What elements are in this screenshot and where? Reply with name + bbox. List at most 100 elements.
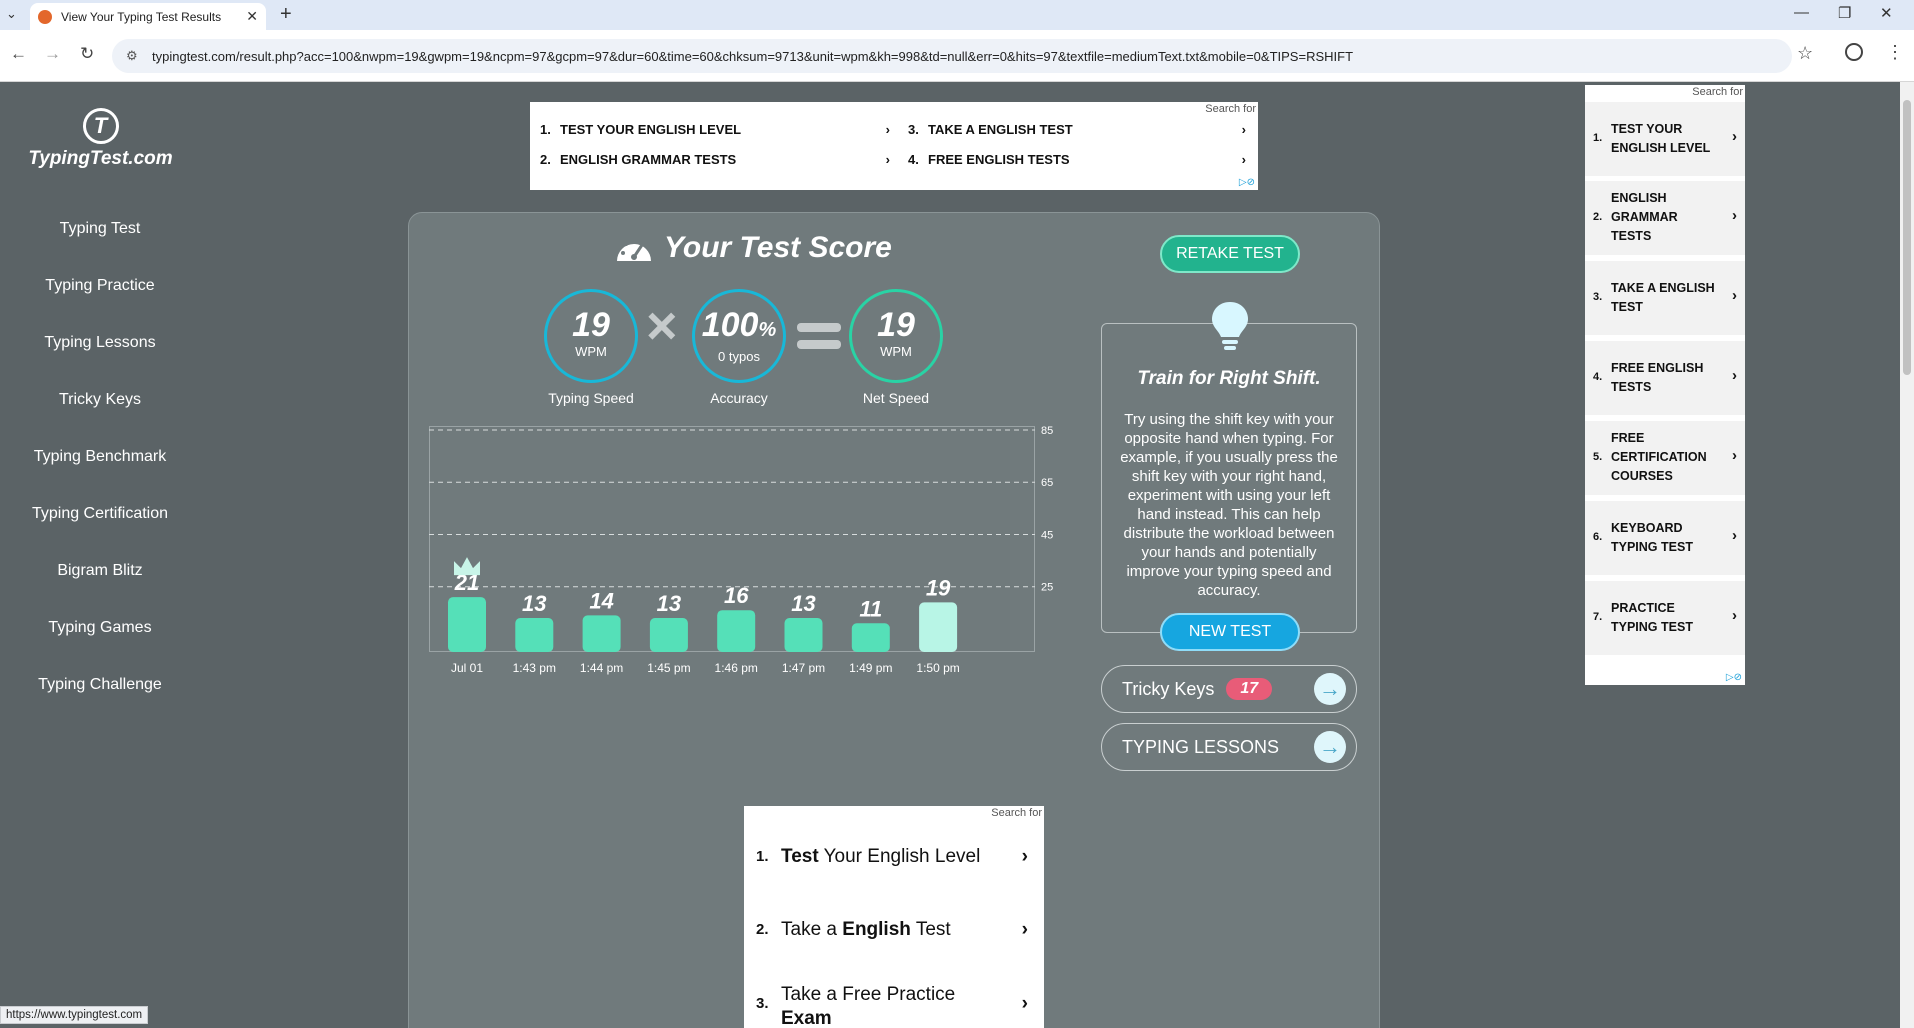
tricky-keys-count-badge: 17 [1226,678,1273,700]
logo-icon: T [82,108,119,144]
top-ad-banner: Search for 1. TEST YOUR ENGLISH LEVEL › … [530,102,1258,190]
bottom-ad-item-num: 2. [756,921,769,938]
bottom-ad-item-bold: Exam [781,1008,832,1028]
sidebar-item-tricky-keys[interactable]: Tricky Keys [0,371,200,428]
page-content: T TypingTest.com Typing Test Typing Prac… [0,82,1900,1028]
sidebar-item-bigram-blitz[interactable]: Bigram Blitz [0,542,200,599]
page-scrollbar[interactable] [1900,82,1914,1028]
chart-bar [919,602,958,652]
sidebar-item-typing-test[interactable]: Typing Test [0,200,200,257]
address-bar[interactable]: ⚙ typingtest.com/result.php?acc=100&nwpm… [112,39,1792,73]
tricky-keys-label: Tricky Keys [1122,678,1215,699]
back-icon[interactable]: ← [10,44,27,64]
top-ad-item-num: 1. [540,122,551,137]
reload-icon[interactable]: ↻ [80,44,94,64]
chart-bar [515,618,554,652]
new-tab-button[interactable]: + [280,3,292,26]
site-logo[interactable]: T TypingTest.com [28,108,173,170]
x-tick-label: 1:46 pm [715,661,758,675]
profile-icon[interactable] [1845,43,1863,61]
bottom-ad-item-rest: Your English Level [818,846,981,867]
adchoices-icon[interactable]: ▷⊘ [1239,177,1255,188]
right-ad-item[interactable]: 1. TEST YOUR ENGLISH LEVEL › [1585,102,1745,176]
bottom-ad-item-rest: Test [910,919,951,940]
chevron-right-icon: › [1732,367,1737,384]
sidebar-item-typing-lessons[interactable]: Typing Lessons [0,314,200,371]
x-tick-label: 1:50 pm [916,661,959,675]
bottom-ad-item[interactable]: 2. Take a English Test › [756,919,1036,941]
browser-tab[interactable]: View Your Typing Test Results ✕ [30,3,266,30]
typing-lessons-label: TYPING LESSONS [1122,736,1280,757]
top-ad-item-label: TEST YOUR ENGLISH LEVEL [560,122,742,137]
sidebar-item-typing-benchmark[interactable]: Typing Benchmark [0,428,200,485]
right-ad-item-label: FREE CERTIFICATION COURSES [1611,431,1707,483]
ad-search-label: Search for [1205,103,1256,115]
adchoices-icon[interactable]: ▷⊘ [1726,672,1742,683]
tip-title: Train for Right Shift. [1137,368,1321,389]
arrow-right-icon[interactable]: → [1314,731,1346,763]
site-info-icon[interactable]: ⚙ [126,48,138,64]
tip-box: Train for Right Shift. Try using the shi… [1101,302,1357,633]
favicon-icon [38,9,52,24]
right-ad-item[interactable]: 3. TAKE A ENGLISH TEST › [1585,261,1745,335]
sidebar-item-typing-practice[interactable]: Typing Practice [0,257,200,314]
tab-search-icon[interactable]: ⌄ [6,6,17,22]
x-tick-label: Jul 01 [451,661,483,675]
right-ad-item[interactable]: 2. ENGLISH GRAMMAR TESTS › [1585,181,1745,255]
browser-tab-strip: ⌄ View Your Typing Test Results ✕ + — ❐ … [0,0,1914,30]
minimize-icon[interactable]: — [1794,4,1809,21]
top-ad-item-num: 2. [540,152,551,167]
arrow-right-icon[interactable]: → [1314,673,1346,705]
right-ad-item[interactable]: 4. FREE ENGLISH TESTS › [1585,341,1745,415]
tricky-keys-link[interactable]: Tricky Keys 17 → [1101,665,1357,713]
bookmark-star-icon[interactable]: ☆ [1797,43,1813,64]
restore-icon[interactable]: ❐ [1838,4,1851,22]
bottom-ad-item[interactable]: 1. Test Your English Level › [756,846,1036,868]
y-tick-label: 45 [1041,529,1053,541]
bottom-ad-item-bold: Test [781,846,819,867]
bar-value-label: 16 [724,583,749,608]
scrollbar-thumb[interactable] [1903,100,1911,375]
right-ad-item[interactable]: 6. KEYBOARD TYPING TEST › [1585,501,1745,575]
browser-toolbar: ← → ↻ ⚙ typingtest.com/result.php?acc=10… [0,30,1914,82]
top-ad-item[interactable]: 1. TEST YOUR ENGLISH LEVEL › [540,122,890,137]
right-ad-item[interactable]: 7. PRACTICE TYPING TEST › [1585,581,1745,655]
bottom-ad-item-text: Take a English Test [781,919,951,941]
chart-bar [582,615,621,652]
sidebar-item-typing-games[interactable]: Typing Games [0,599,200,656]
bottom-ad-item-text: Test Your English Level [781,846,980,868]
chevron-right-icon: › [1021,993,1028,1014]
top-ad-item-num: 4. [908,152,919,167]
chevron-right-icon: › [1732,207,1737,224]
chevron-right-icon: › [1241,152,1246,167]
bar-value-label: 19 [926,575,951,600]
top-ad-item[interactable]: 2. ENGLISH GRAMMAR TESTS › [540,152,890,167]
top-ad-item[interactable]: 3. TAKE A ENGLISH TEST › [908,122,1246,137]
tab-close-icon[interactable]: ✕ [246,8,258,25]
bottom-ad-banner: Search for 1. Test Your English Level › … [744,806,1044,1028]
new-test-button[interactable]: NEW TEST [1160,613,1300,651]
ad-search-label: Search for [991,807,1042,819]
right-ad-item-num: 4. [1593,371,1603,383]
right-ad-item[interactable]: 5. FREE CERTIFICATION COURSES › [1585,421,1745,495]
bar-value-label: 13 [791,591,815,616]
typing-lessons-link[interactable]: TYPING LESSONS → [1101,723,1357,771]
tip-body: Try using the shift key with your opposi… [1120,411,1338,599]
tab-title: View Your Typing Test Results [61,9,222,24]
x-tick-label: 1:43 pm [513,661,556,675]
sidebar-item-typing-certification[interactable]: Typing Certification [0,485,200,542]
bottom-ad-item-bold: English [842,919,911,940]
status-bar-url: https://www.typingtest.com [0,1006,149,1024]
close-window-icon[interactable]: ✕ [1880,4,1893,22]
top-ad-item-num: 3. [908,122,919,137]
menu-dots-icon[interactable]: ⋮ [1886,42,1904,63]
right-ad-item-label: ENGLISH GRAMMAR TESTS [1611,191,1678,243]
y-tick-label: 85 [1041,425,1053,437]
sidebar-item-typing-challenge[interactable]: Typing Challenge [0,656,200,713]
forward-icon[interactable]: → [44,44,61,64]
top-ad-item[interactable]: 4. FREE ENGLISH TESTS › [908,152,1246,167]
bottom-ad-item-text: Take a Free Practice Exam [781,983,991,1028]
lightbulb-icon [1212,302,1248,350]
bottom-ad-item[interactable]: 3. Take a Free Practice Exam › [756,983,1036,1028]
retake-test-button[interactable]: RETAKE TEST [1160,235,1300,273]
